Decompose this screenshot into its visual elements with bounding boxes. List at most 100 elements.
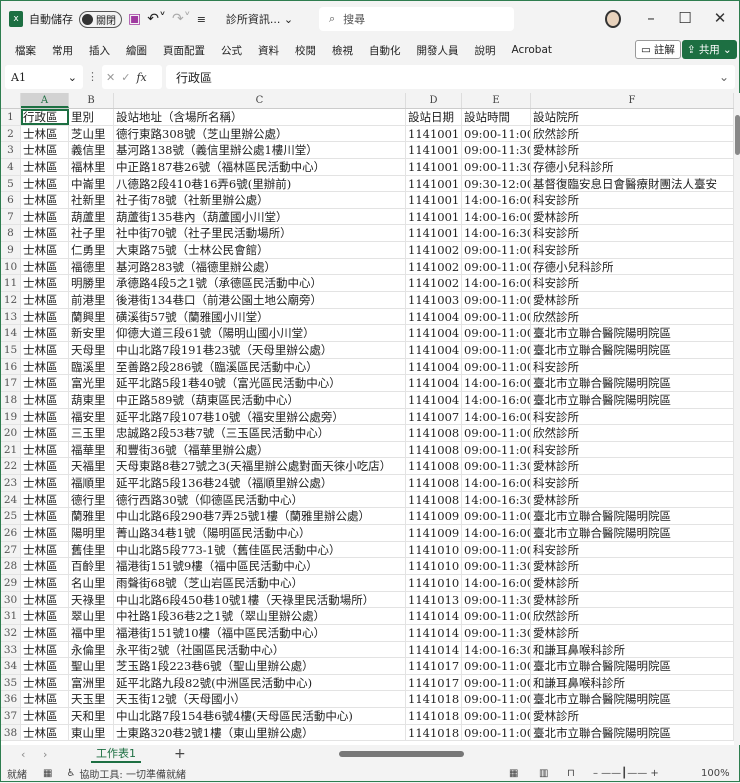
cell[interactable]: 和謙耳鼻喉科診所 xyxy=(531,674,734,691)
cell[interactable]: 09:00-11:00 xyxy=(462,292,531,308)
cell[interactable]: 科安診所 xyxy=(531,358,734,375)
page-break-icon[interactable]: ⊓ xyxy=(567,768,575,779)
cell[interactable]: 蘭興里 xyxy=(69,308,114,325)
cell[interactable]: 士林區 xyxy=(21,375,69,391)
column-header-E[interactable]: E xyxy=(462,93,531,108)
cell[interactable]: 新安里 xyxy=(69,325,114,341)
cell[interactable]: 09:00-11:00 xyxy=(462,358,531,375)
cell[interactable]: 忠誠路2段53巷7號（三玉區民活動中心） xyxy=(114,425,406,441)
cell[interactable]: 士林區 xyxy=(21,708,69,724)
cell[interactable]: 中崙里 xyxy=(69,175,114,192)
cell[interactable]: 愛林診所 xyxy=(531,458,734,475)
cell[interactable]: 09:00-11:00 xyxy=(462,508,531,525)
cell[interactable]: 延平北路5段1巷40號（富光區民活動中心） xyxy=(114,375,406,391)
cell[interactable]: 士林區 xyxy=(21,225,69,242)
row-number[interactable]: 32 xyxy=(1,624,21,641)
scroll-thumb[interactable] xyxy=(735,115,740,155)
cell[interactable]: 士林區 xyxy=(21,608,69,624)
row-number[interactable]: 21 xyxy=(1,441,21,458)
row-number[interactable]: 10 xyxy=(1,258,21,275)
row-number[interactable]: 6 xyxy=(1,192,21,208)
cell[interactable]: 士林區 xyxy=(21,691,69,708)
cell[interactable]: 基河路138號（義信里辦公處1樓川堂） xyxy=(114,142,406,158)
cell[interactable]: 社子里 xyxy=(69,225,114,242)
page-layout-icon[interactable]: ▥ xyxy=(539,768,548,779)
cell[interactable]: 士林區 xyxy=(21,491,69,508)
cell[interactable]: 士林區 xyxy=(21,341,69,358)
cell[interactable]: 基督復臨安息日會醫療財團法人臺安 xyxy=(531,175,734,192)
cell[interactable]: 愛林診所 xyxy=(531,708,734,724)
cell[interactable]: 1141008 xyxy=(406,458,462,475)
cell[interactable]: 欣然診所 xyxy=(531,125,734,142)
redo-icon[interactable]: ↷˅ xyxy=(172,11,191,27)
cell[interactable]: 福華里 xyxy=(69,441,114,458)
tab-9[interactable]: 自動化 xyxy=(369,43,401,58)
cell[interactable]: 臨溪里 xyxy=(69,358,114,375)
cell[interactable]: 1141004 xyxy=(406,358,462,375)
row-number[interactable]: 29 xyxy=(1,574,21,591)
cell[interactable]: 1141001 xyxy=(406,225,462,242)
customize-toolbar-icon[interactable]: ≡ xyxy=(197,13,206,26)
cell[interactable]: 中山北路7段154巷6號4樓(天母區民活動中心) xyxy=(114,708,406,724)
cell[interactable]: 葫蘆里 xyxy=(69,208,114,225)
cell[interactable]: 福港街151號9樓（福中區民活動中心） xyxy=(114,558,406,574)
row-number[interactable]: 1 xyxy=(1,109,21,125)
cell[interactable]: 和豐街36號（福華里辦公處） xyxy=(114,441,406,458)
cell[interactable]: 基河路283號（福德里辦公處） xyxy=(114,258,406,275)
cell[interactable]: 1141004 xyxy=(406,375,462,391)
row-number[interactable]: 11 xyxy=(1,275,21,292)
cell[interactable]: 永平街2號（社園區民活動中心） xyxy=(114,641,406,658)
cell[interactable]: 富洲里 xyxy=(69,674,114,691)
cell[interactable]: 科安診所 xyxy=(531,441,734,458)
cell[interactable]: 士林區 xyxy=(21,242,69,258)
cell[interactable]: 天玉里 xyxy=(69,691,114,708)
cell[interactable]: 愛林診所 xyxy=(531,491,734,508)
row-number[interactable]: 37 xyxy=(1,708,21,724)
cell[interactable]: 09:00-11:30 xyxy=(462,558,531,574)
cell[interactable]: 科安診所 xyxy=(531,225,734,242)
tab-8[interactable]: 檢視 xyxy=(332,43,353,58)
cell[interactable]: 科安診所 xyxy=(531,408,734,425)
column-header-F[interactable]: F xyxy=(531,93,734,108)
cell[interactable]: 09:00-11:00 xyxy=(462,125,531,142)
tab-10[interactable]: 開發人員 xyxy=(417,43,459,58)
cell[interactable]: 名山里 xyxy=(69,574,114,591)
zoom-slider[interactable]: – ——┃—— + xyxy=(593,768,659,779)
cell[interactable]: 1141018 xyxy=(406,724,462,741)
cell[interactable]: 磺溪街57號（蘭雅國小川堂） xyxy=(114,308,406,325)
cell[interactable]: 科安診所 xyxy=(531,541,734,558)
select-all-button[interactable] xyxy=(1,93,21,108)
cell[interactable]: 中山北路7段191巷23號（天母里辦公處） xyxy=(114,341,406,358)
cell[interactable]: 士林區 xyxy=(21,624,69,641)
cell[interactable]: 欣然診所 xyxy=(531,308,734,325)
cell[interactable]: 1141004 xyxy=(406,391,462,408)
cell[interactable]: 欣然診所 xyxy=(531,425,734,441)
cell[interactable]: 士林區 xyxy=(21,408,69,425)
cell[interactable]: 德行里 xyxy=(69,491,114,508)
cell[interactable]: 1141001 xyxy=(406,192,462,208)
cell[interactable]: 士林區 xyxy=(21,125,69,142)
tab-1[interactable]: 常用 xyxy=(52,43,73,58)
cell[interactable]: 和謙耳鼻喉科診所 xyxy=(531,641,734,658)
row-number[interactable]: 34 xyxy=(1,658,21,674)
cell[interactable]: 設站地址（含場所名稱） xyxy=(114,109,406,125)
row-number[interactable]: 24 xyxy=(1,491,21,508)
cell[interactable]: 臺北市立聯合醫院陽明院區 xyxy=(531,325,734,341)
cell[interactable]: 中山北路5段773-1號（舊佳區民活動中心） xyxy=(114,541,406,558)
cell[interactable]: 臺北市立聯合醫院陽明院區 xyxy=(531,525,734,541)
cell[interactable]: 設站時間 xyxy=(462,109,531,125)
cell[interactable]: 士林區 xyxy=(21,258,69,275)
file-name[interactable]: 診所資訊... ⌄ xyxy=(226,11,293,27)
cell[interactable]: 翠山里 xyxy=(69,608,114,624)
cell[interactable]: 社新里 xyxy=(69,192,114,208)
cell[interactable]: 葫東里 xyxy=(69,391,114,408)
cell[interactable]: 天母東路8巷27號之3(天福里辦公處對面天徠小吃店） xyxy=(114,458,406,475)
cell[interactable]: 延平北路7段107巷10號（福安里辦公處旁） xyxy=(114,408,406,425)
cell[interactable]: 14:00-16:00 xyxy=(462,475,531,491)
cell[interactable]: 福順里 xyxy=(69,475,114,491)
cell[interactable]: 09:00-11:00 xyxy=(462,341,531,358)
row-number[interactable]: 31 xyxy=(1,608,21,624)
cell[interactable]: 陽明里 xyxy=(69,525,114,541)
cell[interactable]: 天玉街12號（天母國小） xyxy=(114,691,406,708)
cell[interactable]: 09:00-11:00 xyxy=(462,441,531,458)
